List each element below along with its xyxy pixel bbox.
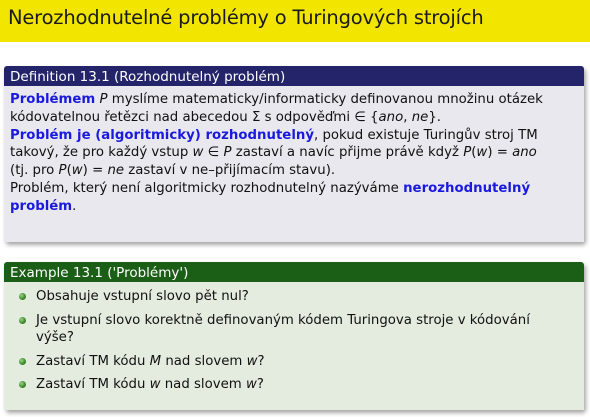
text-span: }. <box>428 109 442 125</box>
list-item: Je vstupní slovo korektně definovaným kó… <box>10 312 584 347</box>
text-span: . <box>72 198 77 214</box>
math-P: P <box>58 163 67 179</box>
math-w: w <box>192 145 204 161</box>
list-item: Obsahuje vstupní slovo pět nul? <box>10 288 584 306</box>
text-span: nad slovem <box>161 353 247 369</box>
text-span: ? <box>257 353 265 369</box>
definition-line-3: Problém je (algoritmicky) rozhodnutelný,… <box>10 127 578 145</box>
bullet-icon <box>19 316 26 324</box>
math-ano: ano <box>378 109 404 125</box>
example-list: Obsahuje vstupní slovo pět nul? Je vstup… <box>10 288 584 394</box>
definition-line-6: Problém, který není algoritmicky rozhodn… <box>10 180 578 198</box>
math-w: w <box>476 145 488 161</box>
text-span: takový, že pro každý vstup <box>10 145 193 161</box>
definition-body: Problémem P myslíme matematicky/informat… <box>4 86 584 242</box>
math-w: w <box>71 163 83 179</box>
definition-line-5: (tj. pro P(w) = ne zastaví v ne–přijímac… <box>10 162 578 180</box>
math-M: M <box>149 353 162 369</box>
term-problem-end: problém <box>10 198 73 214</box>
frame-title-bar: Nerozhodnutelné problémy o Turingových s… <box>0 0 590 42</box>
list-item: Zastaví TM kódu M nad slovem w? <box>10 353 584 371</box>
term-decidable: Problém je (algoritmicky) rozhodnutelný <box>10 127 315 143</box>
bullet-icon <box>19 293 26 300</box>
math-w: w <box>245 377 257 392</box>
text-span: ) = <box>487 145 513 161</box>
text-span: Je vstupní slovo korektně definovaným kó… <box>36 312 530 328</box>
definition-line-7: problém. <box>10 198 578 216</box>
example-block: Example 13.1 ('Problémy') Obsahuje vstup… <box>4 262 584 410</box>
math-P: P <box>463 145 472 161</box>
text-span: zastaví v ne–přijímacím stavu). <box>124 163 336 179</box>
definition-line-1: Problémem P myslíme matematicky/informat… <box>10 91 578 109</box>
text-span: kódovatelnou řetězci nad abecedou Σ s od… <box>10 109 379 125</box>
text-span: Zastaví TM kódu <box>36 353 150 369</box>
math-ne: ne <box>107 163 125 179</box>
frame-title: Nerozhodnutelné problémy o Turingových s… <box>8 6 484 29</box>
definition-heading: Definition 13.1 (Rozhodnutelný problém) <box>4 66 584 86</box>
text-span: , <box>403 109 412 125</box>
example-heading: Example 13.1 ('Problémy') <box>4 262 584 282</box>
math-w: w <box>246 353 258 369</box>
term-problem: Problémem <box>10 92 96 107</box>
definition-line-4: takový, že pro každý vstup w ∈ P zastaví… <box>10 144 578 162</box>
text-span: Obsahuje vstupní slovo pět nul? <box>36 289 249 304</box>
text-span: ∈ <box>203 145 224 161</box>
bullet-icon <box>19 381 26 388</box>
math-ano: ano <box>512 145 537 161</box>
definition-line-2: kódovatelnou řetězci nad abecedou Σ s od… <box>10 109 578 127</box>
text-span: ) = <box>82 163 108 179</box>
math-ne: ne <box>411 109 429 125</box>
example-body: Obsahuje vstupní slovo pět nul? Je vstup… <box>4 282 584 410</box>
text-span: myslíme matematicky/informaticky definov… <box>107 92 543 107</box>
text-span: (tj. pro <box>10 163 59 179</box>
text-span: Problém, který není algoritmicky rozhodn… <box>10 180 404 196</box>
text-span: nad slovem <box>160 377 246 392</box>
list-item: Zastaví TM kódu w nad slovem w? <box>10 376 584 394</box>
text-span: výše? <box>36 330 74 345</box>
math-w: w <box>149 377 161 392</box>
term-undecidable: nerozhodnutelný <box>403 180 531 196</box>
definition-block: Definition 13.1 (Rozhodnutelný problém) … <box>4 66 584 242</box>
bullet-icon <box>19 357 26 365</box>
text-span: zastaví a navíc přijme právě když <box>231 145 464 161</box>
math-P: P <box>95 92 108 107</box>
text-span: ? <box>256 377 264 392</box>
text-span: , pokud existuje Turingův stroj TM <box>314 127 538 143</box>
text-span: Zastaví TM kódu <box>36 377 150 392</box>
